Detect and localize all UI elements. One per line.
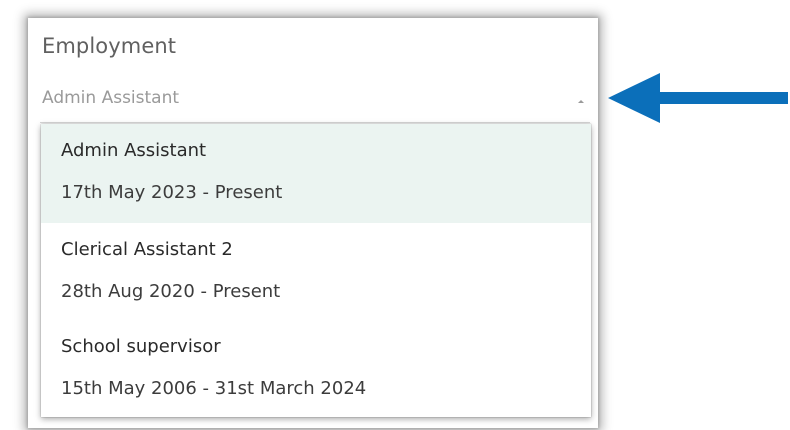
option-title: School supervisor	[61, 336, 221, 357]
caret-up-icon[interactable]	[578, 100, 584, 103]
employment-dropdown-menu: Admin Assistant 17th May 2023 - Present …	[41, 124, 591, 417]
option-dates: 15th May 2006 - 31st March 2024	[61, 378, 367, 399]
option-dates: 28th Aug 2020 - Present	[61, 281, 281, 302]
dropdown-option-admin-assistant[interactable]: Admin Assistant 17th May 2023 - Present	[41, 124, 591, 223]
select-underline	[40, 122, 590, 123]
dropdown-option-clerical-assistant-2[interactable]: Clerical Assistant 2 28th Aug 2020 - Pre…	[41, 223, 591, 320]
dropdown-option-school-supervisor[interactable]: School supervisor 15th May 2006 - 31st M…	[41, 320, 591, 417]
employment-label: Employment	[42, 34, 177, 58]
employment-select-value[interactable]: Admin Assistant	[42, 88, 179, 108]
option-dates: 17th May 2023 - Present	[61, 182, 283, 203]
option-title: Admin Assistant	[61, 140, 207, 161]
screenshot-stage: Employment Admin Assistant Admin Assista…	[0, 0, 790, 430]
option-title: Clerical Assistant 2	[61, 239, 233, 260]
arrow-left-shape	[608, 73, 788, 123]
arrow-left-icon	[608, 73, 788, 123]
